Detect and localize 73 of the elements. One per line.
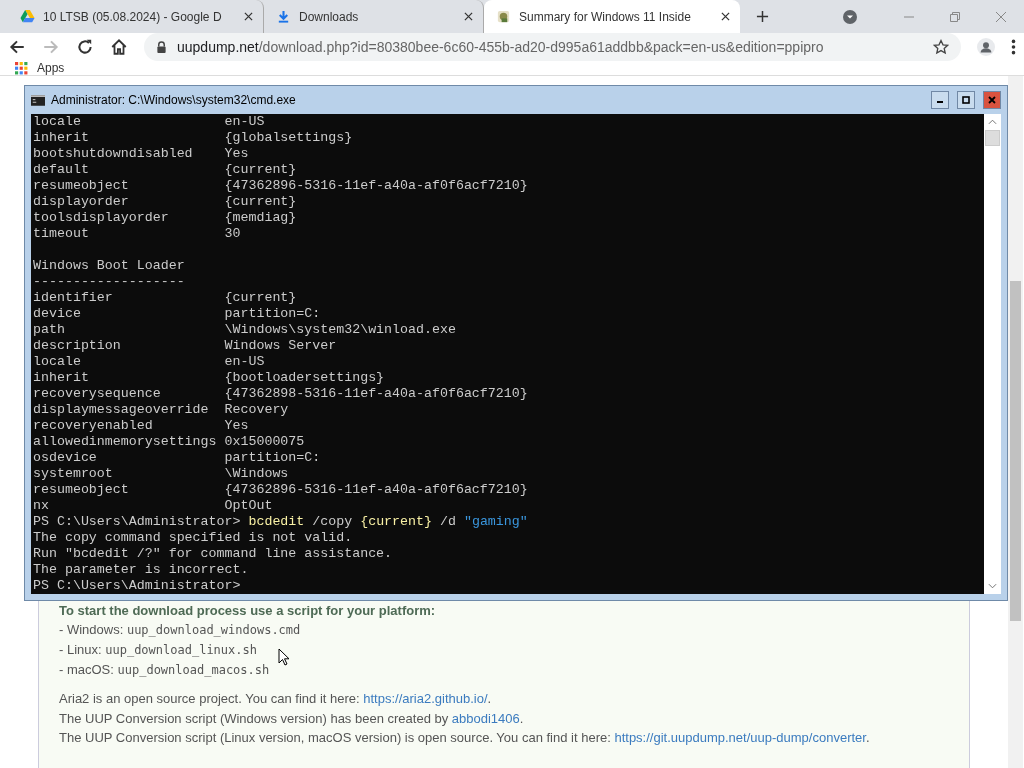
console-line: resumeobject {47362896-5316-11ef-a40a-af0f6acf7210} [33, 178, 528, 193]
console-line: bootshutdowndisabled Yes [33, 146, 249, 161]
maximize-button[interactable] [957, 91, 975, 109]
console-line: nx OptOut [33, 498, 273, 513]
maximize-icon [961, 95, 971, 105]
info-sentence: The UUP Conversion script (Linux version, macOS version) is open source. You can find it here: https://git.uupdump.net/uup-dump/converter. [59, 729, 870, 747]
profile-dropdown-icon[interactable] [842, 8, 858, 25]
console-scrollbar[interactable] [984, 114, 1001, 594]
console-line: toolsdisplayorder {memdiag} [33, 210, 297, 225]
close-icon[interactable] [721, 12, 730, 21]
reload-icon[interactable] [76, 38, 94, 56]
link[interactable]: https://git.uupdump.net/uup-dump/converter [614, 730, 866, 745]
console-line: description Windows Server [33, 338, 337, 353]
link[interactable]: abbodi1406 [451, 710, 520, 726]
console-line: displaymessageoverride Recovery [33, 402, 289, 417]
page-scrollbar[interactable] [1008, 76, 1023, 768]
bookmark-star-icon[interactable] [933, 39, 949, 55]
console-line: Run "bcdedit /?" for command line assistance. [33, 546, 393, 561]
scrollbar-thumb[interactable] [985, 130, 1000, 146]
back-icon[interactable] [8, 38, 26, 56]
apps-grid-icon [15, 61, 28, 75]
scrollbar-thumb[interactable] [1010, 281, 1021, 621]
restore-icon[interactable] [949, 10, 961, 23]
profile-icon[interactable] [977, 38, 995, 56]
console-line: path \Windows\system32\winload.exe [33, 322, 456, 337]
mouse-cursor-icon [278, 647, 290, 667]
console-line: recoveryenabled Yes [33, 418, 249, 433]
window-title: Administrator: C:\Windows\system32\cmd.exe [51, 93, 296, 107]
console-line: PS C:\Users\Administrator> [33, 578, 241, 593]
minimize-button[interactable] [931, 91, 949, 109]
address-bar[interactable]: uupdump.net/download.php?id=80380bee-6c60-455b-ad20-d995a61addbb&pack=en-us&edition=ppipro [144, 33, 961, 61]
browser-tab[interactable]: Summary for Windows 11 Inside [484, 0, 740, 33]
console-line: identifier {current} [33, 290, 297, 305]
instruction-heading: To start the download process use a script for your platform: [59, 602, 437, 620]
download-icon [276, 9, 291, 24]
triangle-logo-icon [20, 9, 35, 24]
console-line: The parameter is incorrect. [33, 562, 249, 577]
console-line: locale en-US [33, 354, 265, 369]
close-icon[interactable] [244, 12, 253, 21]
console-line: inherit {bootloadersettings} [33, 370, 385, 385]
info-sentence: The UUP Conversion script (Windows version) has been created by abbodi1406. [59, 709, 524, 728]
console-line: inherit {globalsettings} [33, 130, 353, 145]
console-line: displayorder {current} [33, 194, 297, 209]
close-icon[interactable] [464, 12, 473, 21]
apps-bookmark[interactable]: Apps [15, 61, 65, 75]
script-item: - macOS: uup_download_macos.sh [59, 661, 270, 679]
console-line: osdevice partition=C: [33, 450, 321, 465]
scroll-down-icon[interactable] [988, 583, 997, 589]
console-line: timeout 30 [33, 226, 241, 241]
menu-icon[interactable] [1011, 38, 1016, 56]
console-line: The copy command specified is not valid. [33, 530, 353, 545]
console-line: PS C:\Users\Administrator> bcdedit /copy {current} /d "gaming" [33, 514, 528, 529]
console-line: Windows Boot Loader [33, 258, 185, 273]
console-line: systemroot \Windows [33, 466, 289, 481]
new-tab-icon[interactable] [756, 10, 769, 23]
site-favicon-icon [496, 9, 511, 24]
lock-icon [156, 40, 167, 54]
console-icon [31, 94, 45, 106]
console-line: recoverysequence {47362898-5316-11ef-a40a-af0f6acf7210} [33, 386, 528, 401]
home-icon[interactable] [110, 38, 128, 56]
close-button[interactable] [983, 91, 1001, 109]
link[interactable]: https://aria2.github.io/ [363, 691, 488, 706]
close-icon [987, 95, 997, 105]
scroll-up-icon[interactable] [988, 119, 997, 125]
console-line: allowedinmemorysettings 0x15000075 [33, 434, 305, 449]
info-sentence: Aria2 is an open source project. You can find it here: https://aria2.github.io/. [59, 690, 492, 708]
console-line: resumeobject {47362896-5316-11ef-a40a-af0f6acf7210} [33, 482, 528, 497]
console-line: device partition=C: [33, 306, 321, 321]
script-item: - Linux: uup_download_linux.sh [59, 641, 257, 659]
console-line: locale en-US [33, 114, 265, 129]
console-line: default {current} [33, 162, 297, 177]
script-item: - Windows: uup_download_windows.cmd [59, 621, 301, 639]
console-line: ------------------- [33, 274, 185, 289]
